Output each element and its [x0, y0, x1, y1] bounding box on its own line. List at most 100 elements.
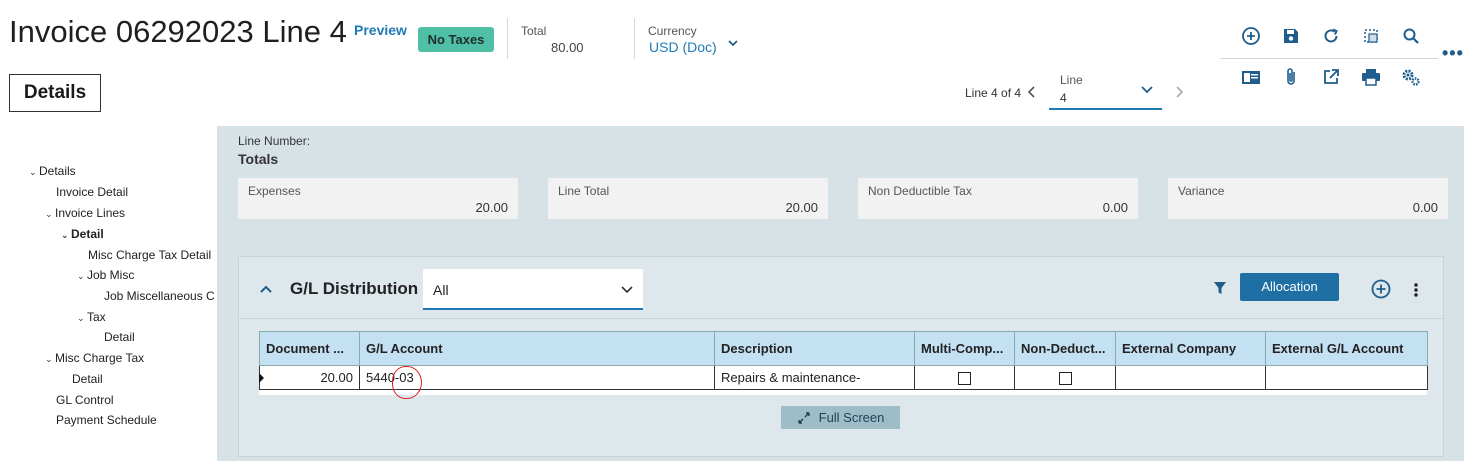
header-divider	[507, 18, 508, 59]
currency-label: Currency	[648, 24, 697, 38]
column-header-external-gl-account[interactable]: External G/L Account	[1265, 331, 1428, 366]
cell-non-deductible[interactable]	[1014, 365, 1116, 390]
chevron-down-icon: ⌄	[77, 313, 85, 323]
tree-item-label: Invoice Lines	[55, 206, 126, 220]
gl-distribution-title: G/L Distribution	[290, 279, 419, 298]
annotation-circle	[392, 366, 422, 399]
chevron-down-icon: ⌄	[45, 209, 53, 219]
header-divider	[634, 18, 635, 59]
gl-filter-value[interactable]: All	[433, 282, 449, 298]
refresh-icon[interactable]	[1320, 25, 1342, 47]
line-total-value: 20.00	[785, 200, 818, 215]
search-icon[interactable]	[1400, 25, 1422, 47]
chevron-down-icon[interactable]	[1140, 83, 1154, 101]
line-number-label: Line Number:	[238, 134, 311, 148]
tree-item-misc-charge-tax-detail-2[interactable]: Detail	[72, 372, 103, 386]
next-line-button[interactable]	[1172, 84, 1186, 105]
allocation-button[interactable]: Allocation	[1240, 273, 1339, 301]
tree-item-tax-detail[interactable]: Detail	[104, 330, 135, 344]
tree-item-label: Tax	[87, 310, 106, 324]
total-value: 80.00	[551, 40, 584, 55]
tree-item-details[interactable]: ⌄ Details	[29, 164, 76, 178]
non-deductible-tax-value: 0.00	[1102, 200, 1128, 215]
tax-status-badge: No Taxes	[418, 27, 494, 52]
tree-item-job-misc[interactable]: ⌄ Job Misc	[77, 268, 134, 282]
add-icon[interactable]	[1240, 25, 1262, 47]
add-row-icon[interactable]	[1370, 278, 1392, 305]
select-area-icon[interactable]	[1360, 25, 1382, 47]
tree-item-detail-selected[interactable]: ⌄ Detail	[61, 227, 104, 241]
expenses-value: 20.00	[475, 200, 508, 215]
tree-item-tax[interactable]: ⌄ Tax	[77, 310, 106, 324]
expand-icon	[797, 411, 810, 424]
grid-header-row: Document ... G/L Account Description Mul…	[259, 331, 1428, 366]
kebab-menu-icon[interactable]	[1408, 281, 1424, 304]
tab-details[interactable]: Details	[9, 74, 101, 112]
gl-distribution-grid: Document ... G/L Account Description Mul…	[259, 331, 1428, 395]
tree-item-label: Payment Schedule	[56, 413, 157, 427]
cell-description[interactable]: Repairs & maintenance-	[714, 365, 915, 390]
column-header-gl-account[interactable]: G/L Account	[359, 331, 715, 366]
tree-item-misc-charge-tax-detail[interactable]: Misc Charge Tax Detail	[88, 248, 211, 262]
tree-item-label: GL Control	[56, 393, 114, 407]
cell-external-company[interactable]	[1115, 365, 1266, 390]
line-total-label: Line Total	[558, 184, 610, 198]
tree-item-label: Details	[39, 164, 76, 178]
tree-item-misc-charge-tax[interactable]: ⌄ Misc Charge Tax	[45, 351, 144, 365]
open-external-icon[interactable]	[1320, 66, 1342, 88]
settings-icon[interactable]	[1400, 66, 1422, 88]
previous-line-button[interactable]	[1025, 84, 1039, 105]
table-row[interactable]: 20.00 5440-03 Repairs & maintenance-	[259, 365, 1428, 390]
tree-item-label: Invoice Detail	[56, 185, 129, 199]
page-title: Invoice 06292023 Line 4	[9, 14, 347, 49]
current-row-indicator-icon	[259, 373, 264, 383]
more-icon[interactable]: •••	[1442, 44, 1464, 62]
tree-item-invoice-lines[interactable]: ⌄ Invoice Lines	[45, 206, 125, 220]
chevron-down-icon[interactable]	[726, 36, 740, 50]
card-view-icon[interactable]	[1240, 66, 1262, 88]
variance-label: Variance	[1178, 184, 1225, 198]
column-header-document-amount[interactable]: Document ...	[259, 331, 360, 366]
expenses-field: Expenses 20.00	[238, 178, 518, 219]
cell-document-amount[interactable]: 20.00	[259, 365, 360, 390]
chevron-up-icon[interactable]	[258, 281, 274, 302]
tree-item-job-miscellaneous[interactable]: Job Miscellaneous C	[104, 289, 215, 303]
gl-header-divider	[239, 318, 1443, 319]
line-select-label: Line	[1060, 73, 1083, 87]
column-header-external-company[interactable]: External Company	[1115, 331, 1266, 366]
tree-item-label: Job Miscellaneous C	[104, 289, 215, 303]
tree-item-label: Detail	[71, 227, 104, 241]
column-header-non-deductible[interactable]: Non-Deduct...	[1014, 331, 1116, 366]
non-deductible-checkbox[interactable]	[1058, 372, 1072, 386]
tree-item-gl-control[interactable]: GL Control	[56, 393, 114, 407]
filter-icon[interactable]	[1213, 280, 1227, 301]
tree-item-label: Detail	[104, 330, 135, 344]
chevron-down-icon[interactable]	[620, 283, 634, 301]
variance-value: 0.00	[1412, 200, 1438, 215]
multi-company-checkbox[interactable]	[958, 372, 971, 386]
attachment-icon[interactable]	[1280, 66, 1302, 88]
cell-external-gl-account[interactable]	[1265, 365, 1428, 390]
non-deductible-tax-field: Non Deductible Tax 0.00	[858, 178, 1138, 219]
full-screen-label: Full Screen	[818, 410, 885, 425]
chevron-down-icon: ⌄	[45, 354, 53, 364]
save-icon[interactable]	[1280, 25, 1302, 47]
cell-multi-company[interactable]	[914, 365, 1015, 390]
chevron-down-icon: ⌄	[29, 167, 37, 177]
full-screen-button[interactable]: Full Screen	[781, 406, 900, 429]
tree-item-payment-schedule[interactable]: Payment Schedule	[56, 413, 157, 427]
totals-heading: Totals	[238, 151, 279, 167]
toolbar-divider	[1220, 58, 1438, 59]
line-select-value[interactable]: 4	[1060, 91, 1067, 105]
print-icon[interactable]	[1360, 66, 1382, 88]
tree-item-label: Job Misc	[87, 268, 135, 282]
column-header-description[interactable]: Description	[714, 331, 915, 366]
tree-item-label: Misc Charge Tax	[55, 351, 145, 365]
currency-value[interactable]: USD (Doc)	[649, 39, 717, 55]
gl-filter-select[interactable]	[423, 269, 643, 310]
tree-item-invoice-detail[interactable]: Invoice Detail	[56, 185, 128, 199]
column-header-multi-company[interactable]: Multi-Comp...	[914, 331, 1015, 366]
tree-item-label: Detail	[72, 372, 103, 386]
preview-link[interactable]: Preview	[354, 22, 407, 38]
tree-item-label: Misc Charge Tax Detail	[88, 248, 212, 262]
